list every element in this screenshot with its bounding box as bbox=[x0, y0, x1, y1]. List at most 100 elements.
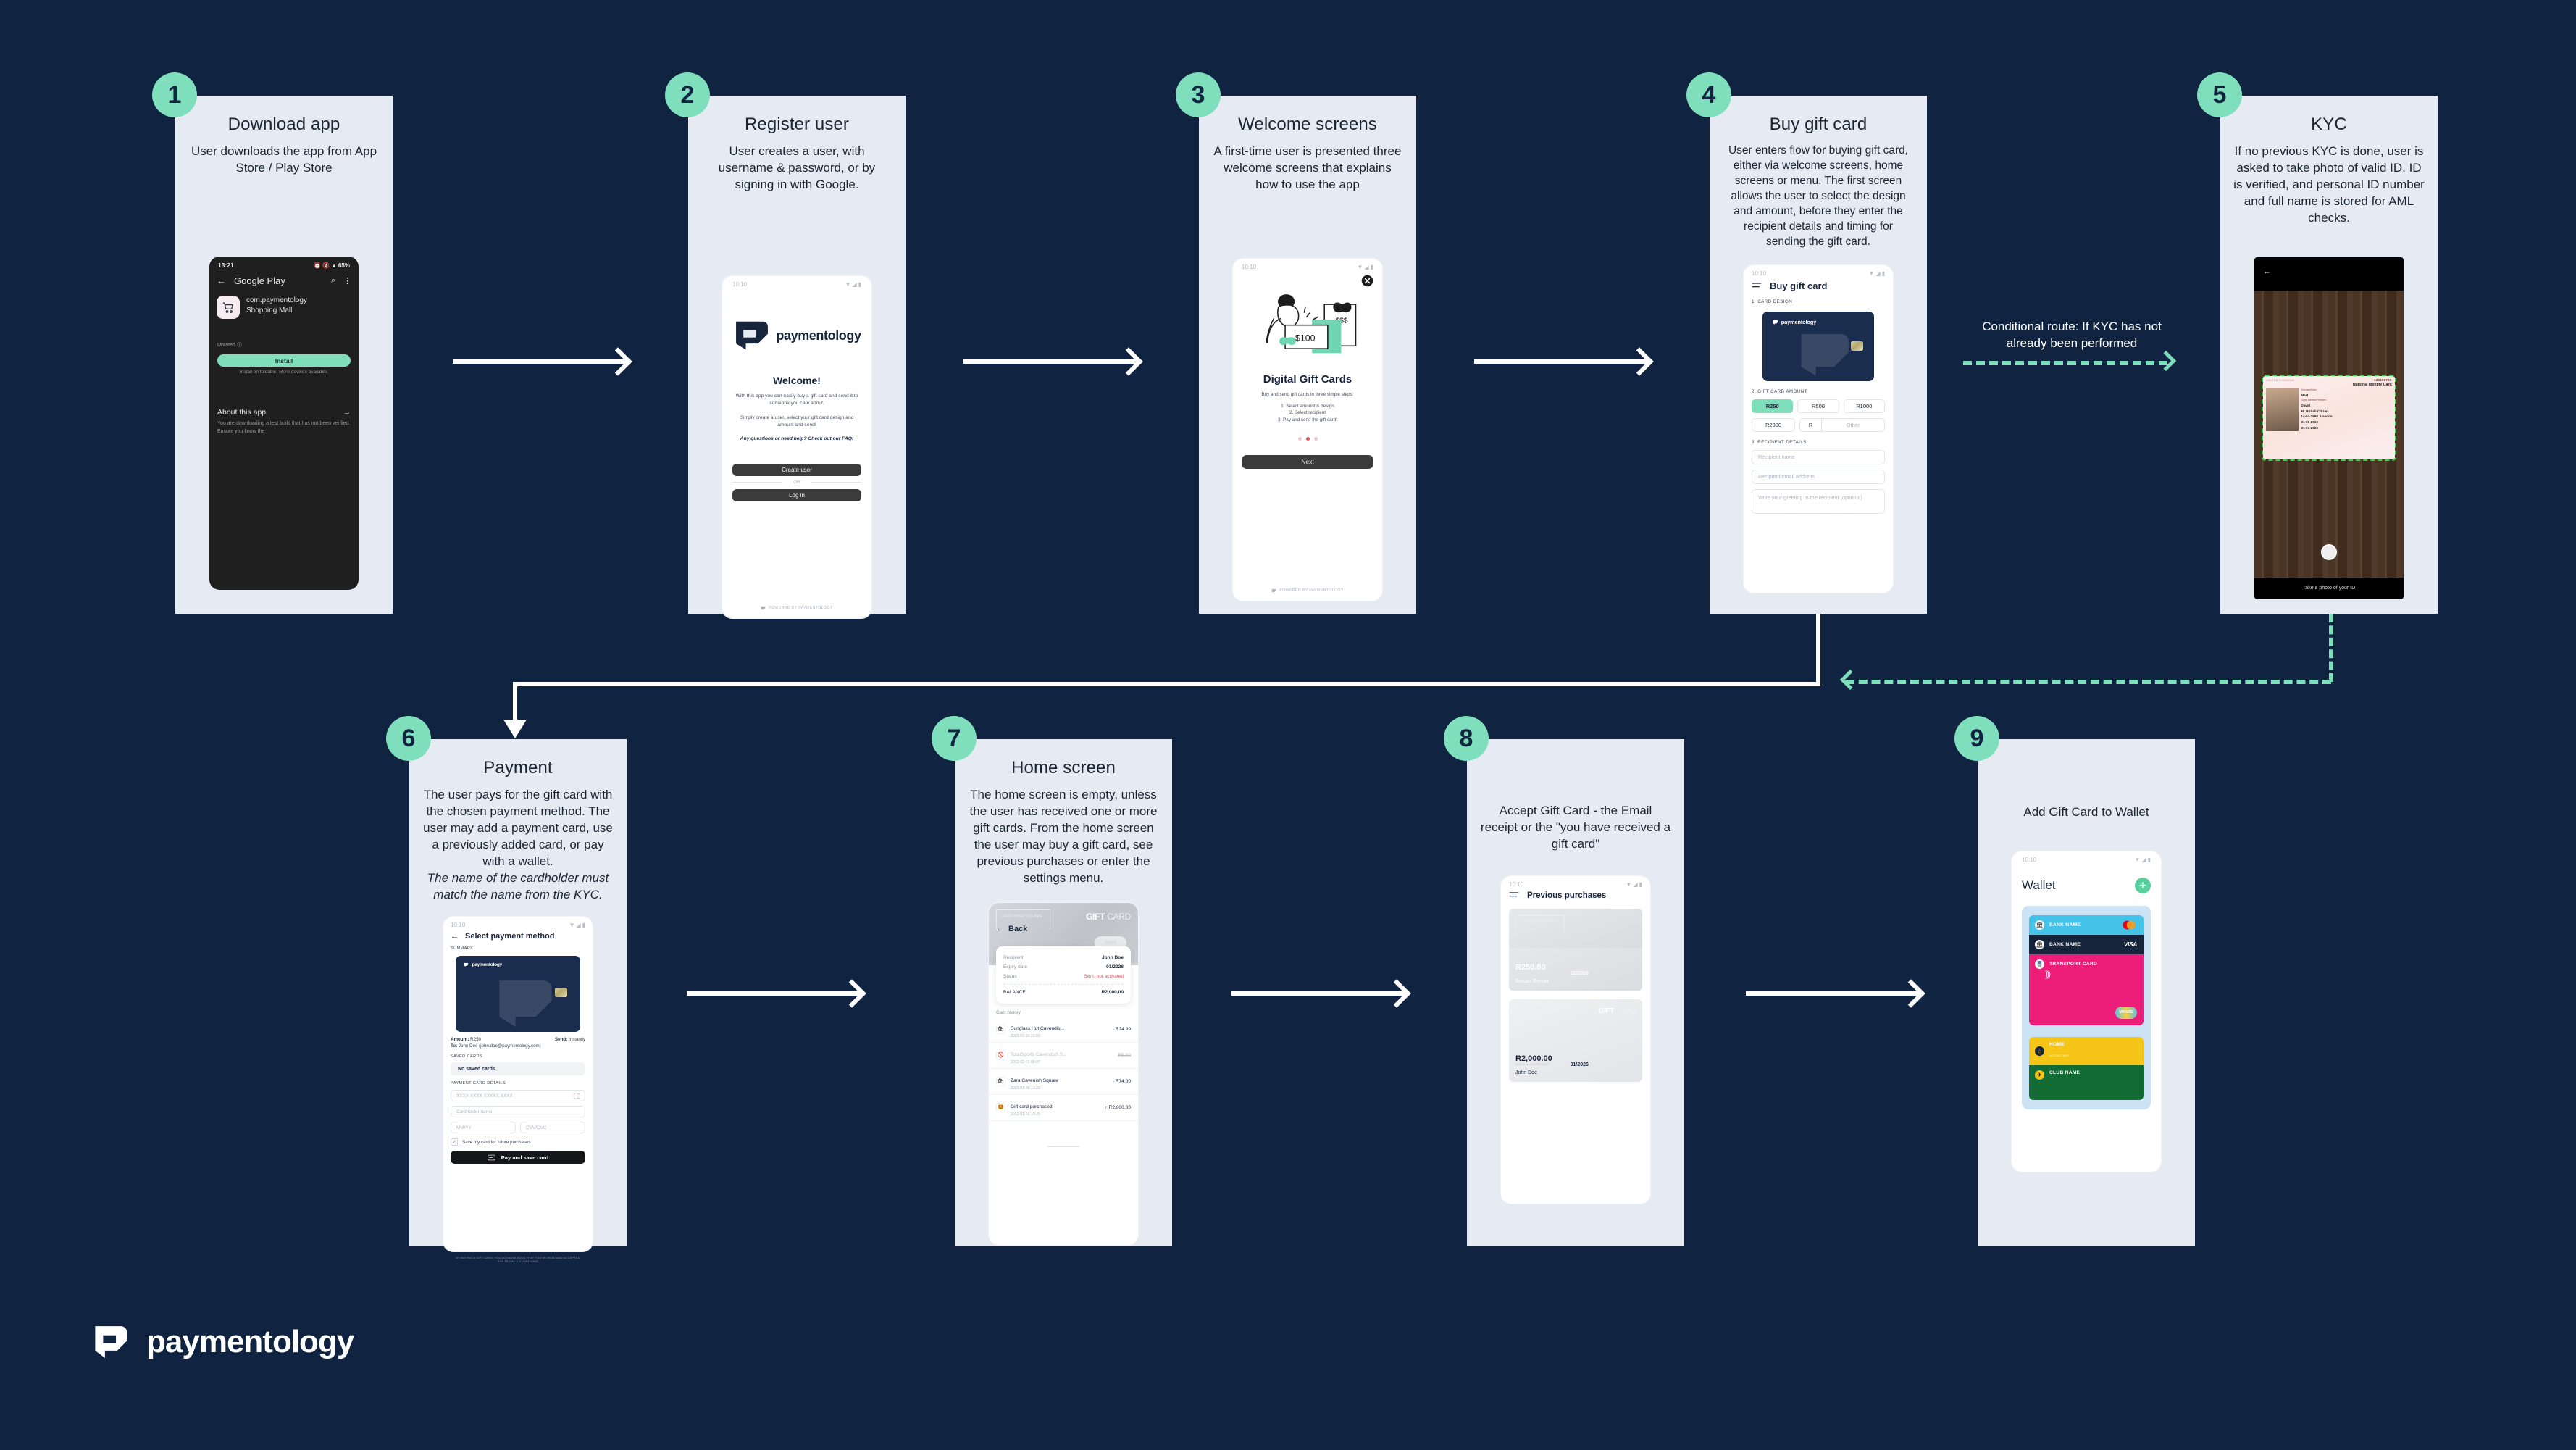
close-icon[interactable] bbox=[1361, 275, 1373, 287]
amount-option-r500[interactable]: R500 bbox=[1797, 399, 1839, 413]
amount-option-r250[interactable]: R250 bbox=[1752, 399, 1794, 413]
about-this-app-row[interactable]: About this app → bbox=[209, 408, 359, 417]
checkbox-icon[interactable]: ✓ bbox=[451, 1138, 458, 1146]
save-card-checkbox-row[interactable]: ✓ Save my card for future purchases bbox=[451, 1138, 585, 1146]
wallet-card-transport[interactable]: 🚆 TRANSPORT CARD ))) MIFARE bbox=[2029, 954, 2144, 1025]
transaction-amount: R5.00 bbox=[1118, 1052, 1131, 1058]
rating-label: Unrated ⓘ bbox=[217, 343, 242, 348]
camera-caption: Take a photo of your ID bbox=[2302, 586, 2356, 591]
amount-custom-input[interactable]: R Other bbox=[1799, 417, 1885, 432]
purchase-card[interactable]: CAVENDISH SQUARE GIFT CARD R2,000.00 01/… bbox=[1509, 999, 1642, 1082]
save-card-label: Save my card for future purchases bbox=[462, 1139, 531, 1145]
recipient-name-input[interactable]: Recipient name bbox=[1752, 449, 1885, 464]
wallet-card-home[interactable]: ⌂ HOME ACCESS CARD bbox=[2029, 1036, 2144, 1065]
id-surname: Mart bbox=[2301, 393, 2309, 398]
onboarding-subtitle: Buy and send gift cards in three simple … bbox=[1261, 391, 1354, 397]
status-time: 13:21 bbox=[218, 262, 234, 269]
greeting-textarea[interactable]: Write your greeting to the recipient (op… bbox=[1752, 488, 1885, 514]
wallet-card-name: CLUB NAME bbox=[2049, 1070, 2081, 1075]
step-title-6: Payment bbox=[483, 758, 553, 778]
step-desc-4: User enters flow for buying gift card, e… bbox=[1728, 144, 1909, 248]
battery-icon: ▮ bbox=[858, 280, 861, 288]
install-button[interactable]: Install bbox=[217, 354, 351, 367]
transaction-row[interactable]: 🚫 TotalSports Cavendish S... 2023-02-01 … bbox=[989, 1043, 1138, 1069]
wallet-card-bank-visa[interactable]: 🏛 BANK NAME VISA bbox=[2029, 934, 2144, 954]
transaction-info: Gift card purchased 2023-01-03 19:20 bbox=[1011, 1099, 1100, 1117]
overflow-menu-icon[interactable]: ⋮ bbox=[343, 276, 351, 286]
chevron-right-icon: → bbox=[343, 408, 351, 417]
hamburger-menu-icon[interactable] bbox=[1509, 891, 1519, 899]
cvv-input[interactable]: CVV/CVC bbox=[520, 1122, 585, 1134]
step-desc-3: A first-time user is presented three wel… bbox=[1213, 144, 1402, 191]
wallet-card-stack-secondary: ⌂ HOME ACCESS CARD ✈ CLUB NAME bbox=[2029, 1036, 2144, 1100]
pagination-dots[interactable] bbox=[1242, 436, 1373, 441]
back-icon[interactable]: ← bbox=[217, 275, 226, 286]
purchase-recipient: John Doe bbox=[1515, 1070, 1537, 1075]
transaction-date: 2023-02-01 08:07 bbox=[1011, 1059, 1040, 1064]
expiry-input[interactable]: MM/YY bbox=[451, 1122, 516, 1134]
wallet-card-name: HOME bbox=[2049, 1041, 2065, 1047]
app-name-block: com.paymentology Shopping Mall bbox=[246, 296, 307, 315]
purchase-card[interactable]: CAVENDISH SQUARE R250.00 02/2026 Rowan B… bbox=[1509, 908, 1642, 991]
gift-card-design[interactable]: paymentology bbox=[1762, 312, 1875, 381]
wallet-card-tray: 🏛 BANK NAME 🏛 BANK NAME VISA 🚆 TRANSPORT… bbox=[2022, 905, 2151, 1109]
scan-card-icon[interactable] bbox=[573, 1093, 580, 1099]
camera-viewfinder: UNITED KINGDOM 123456789 National Identi… bbox=[2254, 290, 2404, 578]
back-icon[interactable]: ← bbox=[451, 932, 459, 941]
google-play-screen: 13:21 ⏰ 🔇 ▲ 65% ← Google Play ⌕ ⋮ com.payme… bbox=[209, 257, 359, 590]
back-button[interactable]: ← Back bbox=[996, 925, 1027, 933]
next-button[interactable]: Next bbox=[1242, 454, 1373, 469]
dot-1[interactable] bbox=[1297, 436, 1302, 441]
pay-label: Pay and save card bbox=[501, 1154, 549, 1161]
amount-option-r2000[interactable]: R2000 bbox=[1752, 417, 1795, 432]
status-icons: ▼ ◢ ▮ bbox=[845, 281, 861, 288]
step-card-1: 1 Download app User downloads the app fr… bbox=[152, 72, 393, 273]
status-bar: 10:10 ▼ ◢ ▮ bbox=[1752, 265, 1885, 278]
dot-2[interactable] bbox=[1305, 436, 1310, 441]
step-desc-7: The home screen is empty, unless the use… bbox=[969, 788, 1158, 885]
mastercard-icon bbox=[2123, 920, 2136, 930]
card-number-input[interactable]: XXXX XXXX XXXXX XXXX bbox=[451, 1090, 585, 1102]
transaction-row[interactable]: 🛍 Zara Cavenish Square 2023-01-06 13:22 … bbox=[989, 1069, 1138, 1095]
create-user-button[interactable]: Create user bbox=[732, 463, 861, 476]
pay-and-save-button[interactable]: Pay and save card bbox=[451, 1151, 585, 1164]
phone-register: 10:10 ▼ ◢ ▮ paymentology Welcome! With thi… bbox=[722, 275, 871, 618]
camera-shutter-button[interactable] bbox=[2321, 543, 2337, 560]
step-desc-5: If no previous KYC is done, user is aske… bbox=[2233, 144, 2425, 225]
status-bar: 10:10 ▼ ◢ ▮ bbox=[451, 917, 585, 930]
arrow-2-to-3 bbox=[963, 359, 1137, 364]
star-eyes-icon: 🤩 bbox=[996, 1102, 1005, 1112]
dot-3[interactable] bbox=[1313, 436, 1318, 441]
login-button[interactable]: Log in bbox=[732, 488, 861, 501]
screen-header: Buy gift card bbox=[1752, 280, 1885, 291]
return-dashed-arrowhead bbox=[1839, 669, 1861, 691]
wallet-card-club[interactable]: ✈ CLUB NAME bbox=[2029, 1064, 2144, 1100]
arrow-7-to-8 bbox=[1231, 991, 1405, 996]
visa-logo: VISA bbox=[2123, 941, 2138, 949]
status-icons: ▼ ◢ ▮ bbox=[1869, 270, 1885, 277]
id-nationality: British Citizen bbox=[2306, 409, 2328, 413]
divider bbox=[1003, 983, 1124, 985]
to-label: To: bbox=[451, 1043, 458, 1049]
play-store-toolbar: ← Google Play ⌕ ⋮ bbox=[209, 270, 359, 289]
search-icon[interactable]: ⌕ bbox=[331, 276, 335, 286]
transaction-row[interactable]: 🛍 Sunglass Hut Cavendis... 2023-02-10 21… bbox=[989, 1017, 1138, 1043]
wallet-card-bank-mastercard[interactable]: 🏛 BANK NAME bbox=[2029, 914, 2144, 935]
plus-icon[interactable]: + bbox=[2135, 877, 2151, 893]
transaction-row[interactable]: 🤩 Gift card purchased 2023-01-03 19:20 +… bbox=[989, 1095, 1138, 1121]
step-desc-2: User creates a user, with username & pas… bbox=[718, 144, 876, 191]
wifi-icon: ▼ bbox=[845, 280, 851, 288]
wallet-card-sub: ACCESS CARD bbox=[2049, 1054, 2069, 1057]
declined-icon: 🚫 bbox=[996, 1050, 1005, 1060]
amount-option-r1000[interactable]: R1000 bbox=[1843, 399, 1885, 413]
amount-row-1: R250 R500 R1000 bbox=[1752, 399, 1885, 413]
step-badge-6: 6 bbox=[386, 716, 431, 761]
install-subtext: Install on foldable. More devices availa… bbox=[239, 370, 329, 375]
back-icon[interactable]: ← bbox=[2263, 267, 2271, 276]
cardholder-name-input[interactable]: Cardholder name bbox=[451, 1106, 585, 1118]
recipient-email-input[interactable]: Recipient email address bbox=[1752, 469, 1885, 484]
wallet-card-name: BANK NAME bbox=[2049, 941, 2081, 947]
custom-amount-placeholder: Other bbox=[1846, 421, 1860, 428]
merchant-brand: CAVENDISH SQUARE bbox=[1515, 914, 1565, 933]
hamburger-menu-icon[interactable] bbox=[1752, 282, 1762, 290]
